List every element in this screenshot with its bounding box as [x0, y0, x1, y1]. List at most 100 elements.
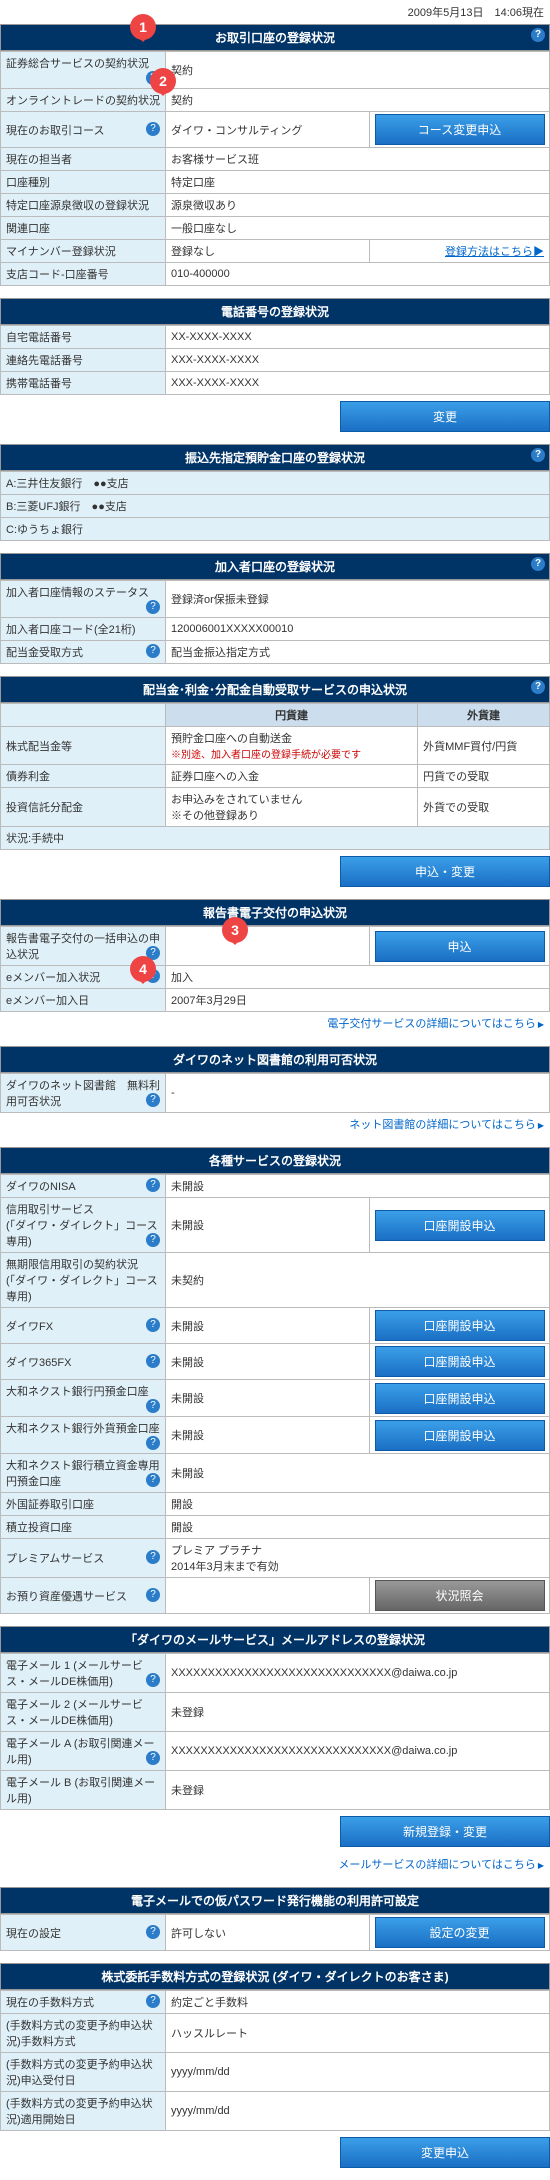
link-mynumber[interactable]: 登録方法はこちら▶: [445, 246, 544, 258]
link-library[interactable]: ネット図書館の詳細についてはこちら: [349, 1119, 544, 1131]
label-div-status: 状況:手続中: [1, 827, 550, 850]
val-ed-batch: [166, 927, 370, 966]
callout-4: 4: [130, 956, 156, 982]
header-divservice: 配当金･利金･分配金自動受取サービスの申込状況?: [0, 676, 550, 703]
val-unlimited: 未契約: [166, 1253, 550, 1308]
header-phone: 電話番号の登録状況: [0, 298, 550, 325]
btn-credit[interactable]: 口座開設申込: [375, 1210, 545, 1241]
help-icon[interactable]: ?: [146, 1751, 160, 1765]
val-next-reserve: 未開設: [166, 1454, 550, 1493]
label-library: ダイワのネット図書館 無料利用可否状況?: [1, 1074, 166, 1113]
label-unlimited: 無期限信用取引の契約状況 (「ダイワ・ダイレクト」コース専用): [1, 1253, 166, 1308]
btn-comm-change[interactable]: 変更申込: [340, 2137, 550, 2168]
header-commission: 株式委託手数料方式の登録状況 (ダイワ・ダイレクトのお客さま): [0, 1963, 550, 1990]
help-icon[interactable]: ?: [146, 1178, 160, 1192]
help-icon[interactable]: ?: [146, 122, 160, 136]
val-premium: プレミア プラチナ 2014年3月末まで有効: [166, 1539, 550, 1578]
label-phone-home: 自宅電話番号: [1, 326, 166, 349]
help-icon[interactable]: ?: [146, 1550, 160, 1564]
blank: [1, 704, 166, 727]
btn-fx365[interactable]: 口座開設申込: [375, 1346, 545, 1377]
link-edelivery[interactable]: 電子交付サービスの詳細についてはこちら: [327, 1018, 544, 1030]
val-asset: [166, 1578, 370, 1614]
help-icon[interactable]: ?: [531, 557, 545, 571]
btn-pw[interactable]: 設定の変更: [375, 1917, 545, 1948]
label-online-trade: オンライントレードの契約状況: [1, 89, 166, 112]
btn-div-apply[interactable]: 申込・変更: [340, 856, 550, 887]
help-icon[interactable]: ?: [146, 1994, 160, 2008]
val-div-bond1: 証券口座への入金: [166, 765, 418, 788]
val-library: -: [166, 1074, 550, 1113]
header-transfer: 振込先指定預貯金口座の登録状況?: [0, 444, 550, 471]
val-next-yen: 未開設: [166, 1380, 370, 1417]
val-online-trade: 契約: [166, 89, 550, 112]
col-yen: 円貨建: [166, 704, 418, 727]
help-icon[interactable]: ?: [146, 1233, 160, 1247]
val-fx365: 未開設: [166, 1344, 370, 1380]
transfer-c: C:ゆうちょ銀行: [1, 518, 550, 541]
label-next-yen: 大和ネクスト銀行円預金口座?: [1, 1380, 166, 1417]
val-div-stock1: 預貯金口座への自動送金※別途、加入者口座の登録手続が必要です: [166, 727, 418, 765]
val-credit: 未開設: [166, 1198, 370, 1253]
btn-mail-change[interactable]: 新規登録・変更: [340, 1816, 550, 1847]
help-icon[interactable]: ?: [146, 644, 160, 658]
help-icon[interactable]: ?: [146, 1673, 160, 1687]
header-edelivery: 報告書電子交付の申込状況: [0, 899, 550, 926]
label-sub-div: 配当金受取方式?: [1, 641, 166, 664]
val-reserve: 開設: [166, 1516, 550, 1539]
header-subscriber: 加入者口座の登録状況?: [0, 553, 550, 580]
label-nisa: ダイワのNISA?: [1, 1175, 166, 1198]
help-icon[interactable]: ?: [146, 1093, 160, 1107]
help-icon[interactable]: ?: [146, 1318, 160, 1332]
label-phone-mobile: 携帯電話番号: [1, 372, 166, 395]
label-maila: 電子メール A (お取引関連メール用)?: [1, 1732, 166, 1771]
btn-course-change[interactable]: コース変更申込: [375, 114, 545, 145]
help-icon[interactable]: ?: [146, 1354, 160, 1368]
val-div-stock2: 外貨MMF買付/円貨: [418, 727, 550, 765]
btn-asset[interactable]: 状況照会: [375, 1580, 545, 1611]
help-icon[interactable]: ?: [146, 1436, 160, 1450]
help-icon[interactable]: ?: [531, 448, 545, 462]
val-mailb: 未登録: [166, 1771, 550, 1810]
label-comm-applied: (手数料方式の変更予約申込状況)手数料方式: [1, 2014, 166, 2053]
help-icon[interactable]: ?: [146, 1473, 160, 1487]
callout-2: 2: [150, 68, 176, 94]
val-mail1: XXXXXXXXXXXXXXXXXXXXXXXXXXXXXX@daiwa.co.…: [166, 1654, 550, 1693]
help-icon[interactable]: ?: [146, 1588, 160, 1602]
val-course: ダイワ・コンサルティング: [166, 112, 370, 148]
label-related: 関連口座: [1, 217, 166, 240]
label-pw: 現在の設定?: [1, 1915, 166, 1951]
label-credit: 信用取引サービス (「ダイワ・ダイレクト」コース専用)?: [1, 1198, 166, 1253]
transfer-a: A:三井住友銀行 ●●支店: [1, 472, 550, 495]
label-comm-startdate: (手数料方式の変更予約申込状況)適用開始日: [1, 2092, 166, 2131]
help-icon[interactable]: ?: [146, 600, 160, 614]
help-icon[interactable]: ?: [146, 1399, 160, 1413]
btn-next-fc[interactable]: 口座開設申込: [375, 1420, 545, 1451]
btn-next-yen[interactable]: 口座開設申込: [375, 1383, 545, 1414]
val-maila: XXXXXXXXXXXXXXXXXXXXXXXXXXXXXX@daiwa.co.…: [166, 1732, 550, 1771]
link-mail[interactable]: メールサービスの詳細についてはこちら: [338, 1859, 544, 1871]
btn-phone-change[interactable]: 変更: [340, 401, 550, 432]
label-comm-applydate: (手数料方式の変更予約申込状況)申込受付日: [1, 2053, 166, 2092]
val-ed-member: 加入: [166, 966, 550, 989]
header-services: 各種サービスの登録状況: [0, 1147, 550, 1174]
header-library: ダイワのネット図書館の利用可否状況: [0, 1046, 550, 1073]
help-icon[interactable]: ?: [531, 680, 545, 694]
help-icon[interactable]: ?: [531, 28, 545, 42]
btn-ed-apply[interactable]: 申込: [375, 931, 545, 962]
callout-1: 1: [130, 14, 156, 40]
val-comm-applied: ハッスルレート: [166, 2014, 550, 2053]
val-sub-div: 配当金振込指定方式: [166, 641, 550, 664]
label-div-trust: 投資信託分配金: [1, 788, 166, 827]
btn-fx[interactable]: 口座開設申込: [375, 1310, 545, 1341]
label-fx365: ダイワ365FX?: [1, 1344, 166, 1380]
val-div-bond2: 円貨での受取: [418, 765, 550, 788]
label-branch: 支店コード-口座番号: [1, 263, 166, 286]
val-type: 特定口座: [166, 171, 550, 194]
val-comm-applydate: yyyy/mm/dd: [166, 2053, 550, 2092]
help-icon[interactable]: ?: [146, 1925, 160, 1939]
transfer-b: B:三菱UFJ銀行 ●●支店: [1, 495, 550, 518]
val-related: 一般口座なし: [166, 217, 550, 240]
val-comm-current: 約定ごと手数料: [166, 1991, 550, 2014]
val-mail2: 未登録: [166, 1693, 550, 1732]
